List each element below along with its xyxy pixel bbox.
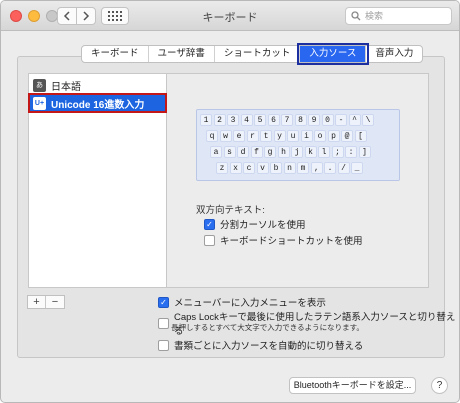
key: k — [304, 146, 317, 158]
key: o — [314, 130, 326, 142]
caps-lock-checkbox[interactable] — [158, 317, 169, 329]
key: f — [250, 146, 263, 158]
split-cursor-label: 分割カーソルを使用 — [220, 220, 306, 231]
key: j — [291, 146, 303, 158]
search-field[interactable] — [345, 7, 452, 25]
list-item-label: 日本語 — [51, 81, 81, 93]
key: 5 — [254, 114, 266, 126]
keyboard-row: a s d f g h j k l ; : ] — [200, 146, 396, 160]
auto-switch-label: 書類ごとに入力ソースを自動的に切り替える — [174, 341, 364, 352]
keyboard-shortcut-checkbox[interactable] — [204, 234, 215, 246]
key: n — [283, 162, 296, 174]
add-source-button[interactable]: + — [28, 296, 46, 308]
keyboard-layout-preview: 1 2 3 4 5 6 7 8 9 0 - ^ \ q w e r t y u … — [196, 109, 400, 181]
tab-user-dictionary[interactable]: ユーザ辞書 — [149, 46, 215, 62]
japanese-input-icon: あ — [33, 78, 46, 92]
key: s — [223, 146, 236, 158]
tab-shortcuts[interactable]: ショートカット — [215, 46, 301, 62]
keyboard-shortcut-option[interactable]: キーボードショートカットを使用 — [204, 233, 363, 247]
search-input[interactable] — [365, 11, 445, 21]
list-edit-buttons: + − — [27, 295, 65, 309]
key: , — [310, 162, 323, 174]
list-item-japanese[interactable]: あ 日本語 — [29, 76, 166, 94]
key: _ — [351, 162, 363, 174]
bidi-text-heading: 双方向テキスト: — [196, 205, 265, 216]
key: 8 — [294, 114, 307, 126]
list-item-label: Unicode 16進数入力 — [51, 99, 145, 111]
key: l — [318, 146, 330, 158]
key: ^ — [348, 114, 361, 126]
input-source-list[interactable]: あ 日本語 U+ Unicode 16進数入力 — [28, 73, 167, 288]
key: 4 — [240, 114, 253, 126]
auto-switch-checkbox[interactable] — [158, 339, 169, 351]
key: z — [216, 162, 228, 174]
key: 9 — [308, 114, 320, 126]
key: b — [270, 162, 282, 174]
key: 0 — [321, 114, 334, 126]
show-input-menu-label: メニューバーに入力メニューを表示 — [174, 298, 326, 309]
auto-switch-option[interactable]: 書類ごとに入力ソースを自動的に切り替える — [158, 338, 363, 352]
list-item-unicode-hex[interactable]: U+ Unicode 16進数入力 — [28, 93, 167, 113]
key: 1 — [200, 114, 212, 126]
key: / — [337, 162, 350, 174]
key: g — [264, 146, 276, 158]
tab-dictation[interactable]: 音声入力 — [366, 46, 422, 62]
key: \ — [362, 114, 374, 126]
key: ; — [331, 146, 344, 158]
tab-input-sources[interactable]: 入力ソース — [297, 43, 370, 65]
keyboard-row: z x c v b n m , . / _ — [200, 162, 396, 176]
key: i — [300, 130, 313, 142]
key: c — [243, 162, 255, 174]
setup-bluetooth-keyboard-button[interactable]: Bluetoothキーボードを設定... — [289, 377, 416, 394]
split-cursor-checkbox[interactable]: ✓ — [204, 218, 215, 230]
key: x — [229, 162, 242, 174]
key: 2 — [213, 114, 226, 126]
keyboard-row: q w e r t y u i o p @ [ — [200, 130, 396, 144]
key: q — [206, 130, 218, 142]
key: p — [327, 130, 340, 142]
key: [ — [354, 130, 367, 142]
key: t — [260, 130, 272, 142]
key: 7 — [281, 114, 293, 126]
search-icon — [351, 11, 361, 21]
key: e — [233, 130, 245, 142]
show-input-menu-checkbox[interactable]: ✓ — [158, 296, 169, 308]
key: m — [297, 162, 309, 174]
key: r — [246, 130, 259, 142]
key: 6 — [267, 114, 280, 126]
preferences-window: キーボード キーボード ユーザ辞書 ショートカット 入力ソース 音声入力 あ 日… — [0, 0, 460, 403]
title-bar: キーボード — [1, 1, 459, 31]
help-button[interactable]: ? — [431, 377, 448, 394]
unicode-input-icon: U+ — [33, 96, 46, 110]
keyboard-row: 1 2 3 4 5 6 7 8 9 0 - ^ \ — [200, 114, 396, 128]
key: . — [324, 162, 336, 174]
key: @ — [341, 130, 353, 142]
key: h — [277, 146, 290, 158]
key: a — [210, 146, 222, 158]
caps-lock-note: 長押しするとすべて大文字で入力できるようになります。 — [171, 323, 364, 332]
key: u — [287, 130, 299, 142]
key: : — [345, 146, 357, 158]
key: 3 — [227, 114, 239, 126]
key: w — [219, 130, 232, 142]
split-cursor-option[interactable]: ✓ 分割カーソルを使用 — [204, 217, 306, 231]
key: - — [335, 114, 347, 126]
show-input-menu-option[interactable]: ✓ メニューバーに入力メニューを表示 — [158, 295, 326, 309]
key: y — [273, 130, 286, 142]
keyboard-shortcut-label: キーボードショートカットを使用 — [220, 236, 363, 247]
remove-source-button[interactable]: − — [46, 296, 64, 308]
tab-bar: キーボード ユーザ辞書 ショートカット 入力ソース 音声入力 — [81, 43, 424, 65]
tab-keyboard[interactable]: キーボード — [82, 46, 149, 62]
key: ] — [358, 146, 371, 158]
key: v — [256, 162, 269, 174]
key: d — [237, 146, 249, 158]
